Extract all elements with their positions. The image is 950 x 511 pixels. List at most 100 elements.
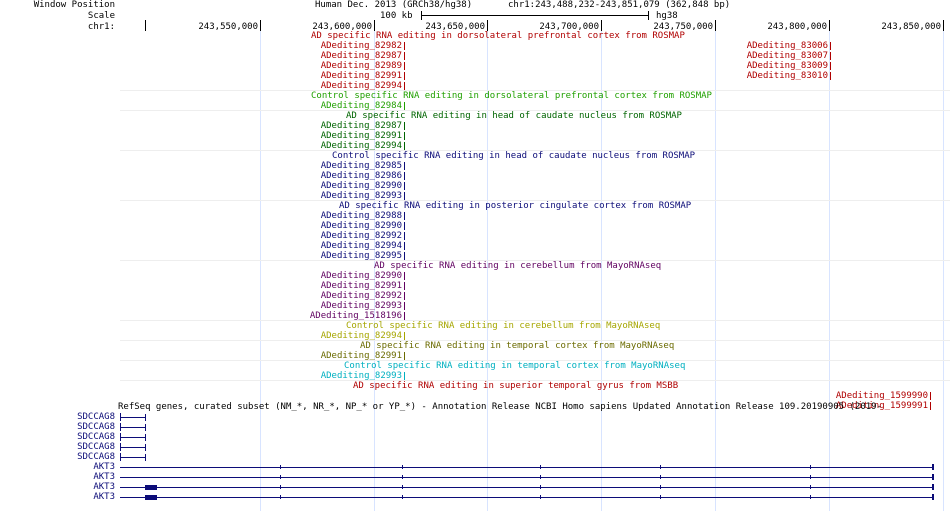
gene-exon-mark	[810, 495, 811, 499]
gene-exon-mark	[660, 475, 661, 479]
gene-intron-line	[121, 447, 146, 448]
feature-label: ADediting_82985	[320, 161, 402, 171]
feature-label: ADediting_82987	[320, 121, 402, 131]
track-title: Control specific RNA editing in cerebell…	[346, 321, 661, 331]
ruler-tick	[145, 20, 146, 31]
feature-mark	[404, 172, 405, 180]
feature-mark	[404, 352, 405, 360]
gene-exon-mark	[540, 475, 541, 479]
feature-mark	[404, 182, 405, 190]
grid-line	[829, 31, 830, 511]
gene-intron-line	[120, 467, 934, 468]
feature-label: ADediting_83006	[746, 41, 828, 51]
feature-label: ADediting_82991	[320, 71, 402, 81]
gene-exon-mark	[810, 475, 811, 479]
feature-mark	[404, 142, 405, 150]
gene-exon-block	[145, 485, 157, 490]
gene-end-mark	[932, 474, 934, 480]
gene-end-mark	[932, 464, 934, 470]
assembly-title: Human Dec. 2013 (GRCh38/hg38)	[315, 0, 473, 10]
gene-intron-line	[121, 427, 146, 428]
ruler-tick	[487, 20, 488, 31]
feature-mark	[404, 232, 405, 240]
track-title: Control specific RNA editing in temporal…	[344, 361, 686, 371]
gene-label: SDCCAG8	[77, 422, 115, 432]
gene-label: SDCCAG8	[77, 412, 115, 422]
ruler-tick	[943, 20, 944, 31]
gene-exon-mark	[660, 485, 661, 489]
gene-label: SDCCAG8	[77, 442, 115, 452]
feature-mark	[404, 42, 405, 50]
gene-intron-line	[120, 487, 934, 488]
feature-label: ADediting_82992	[320, 231, 402, 241]
feature-label: ADediting_83010	[746, 71, 828, 81]
feature-mark	[404, 332, 405, 340]
feature-mark	[404, 102, 405, 110]
grid-line	[260, 31, 261, 511]
feature-mark	[830, 52, 831, 60]
gene-exon-mark	[810, 485, 811, 489]
ruler-tick	[601, 20, 602, 31]
feature-label: ADediting_82991	[320, 131, 402, 141]
gene-label: SDCCAG8	[77, 432, 115, 442]
track-title: AD specific RNA editing in dorsolateral …	[311, 31, 685, 41]
feature-label: ADediting_82994	[320, 241, 402, 251]
gene-exon-mark	[810, 465, 811, 469]
feature-label: ADediting_1599990	[835, 391, 928, 401]
track-title: Control specific RNA editing in head of …	[332, 151, 696, 161]
feature-mark	[404, 212, 405, 220]
ruler-tick-label: 243,800,000	[767, 22, 827, 32]
track-title: AD specific RNA editing in posterior cin…	[339, 201, 692, 211]
feature-mark	[404, 372, 405, 380]
feature-mark	[404, 132, 405, 140]
track-title: AD specific RNA editing in temporal cort…	[360, 341, 675, 351]
track-title: Control specific RNA editing in dorsolat…	[311, 91, 712, 101]
feature-label: ADediting_82993	[320, 301, 402, 311]
gene-exon-mark	[145, 424, 146, 431]
gene-label: AKT3	[93, 472, 115, 482]
grid-line	[601, 31, 602, 511]
feature-mark	[404, 252, 405, 260]
feature-label: ADediting_82989	[320, 61, 402, 71]
gene-exon-mark	[540, 495, 541, 499]
feature-mark	[404, 52, 405, 60]
feature-mark	[830, 42, 831, 50]
gene-end-mark	[932, 494, 934, 500]
feature-label: ADediting_83007	[746, 51, 828, 61]
feature-label: ADediting_82986	[320, 171, 402, 181]
ruler-tick-label: 243,850,000	[881, 22, 941, 32]
gene-exon-mark	[280, 475, 281, 479]
scale-assembly-label: hg38	[656, 11, 678, 21]
gene-exon-block	[145, 495, 157, 500]
gene-exon-mark	[402, 475, 403, 479]
gene-exon-mark	[402, 495, 403, 499]
gene-intron-line	[121, 417, 146, 418]
feature-label: ADediting_83009	[746, 61, 828, 71]
feature-mark	[930, 392, 931, 400]
feature-mark	[930, 402, 931, 410]
gene-exon-mark	[660, 495, 661, 499]
scale-label: Scale	[87, 11, 115, 21]
gene-intron-line	[120, 497, 934, 498]
scale-bar-left-cap	[421, 11, 422, 20]
track-title: AD specific RNA editing in superior temp…	[353, 381, 679, 391]
ruler-tick-label: 243,550,000	[198, 22, 258, 32]
gene-intron-line	[121, 457, 146, 458]
feature-mark	[404, 162, 405, 170]
genome-browser-image[interactable]: Window Position Scale chr1: Human Dec. 2…	[0, 0, 950, 511]
feature-label: ADediting_82987	[320, 51, 402, 61]
gene-exon-mark	[540, 485, 541, 489]
gene-intron-line	[121, 437, 146, 438]
feature-mark	[404, 122, 405, 130]
gene-exon-mark	[402, 465, 403, 469]
gene-exon-mark	[660, 465, 661, 469]
ruler-tick	[374, 20, 375, 31]
gene-exon-mark	[280, 485, 281, 489]
gene-exon-mark	[540, 465, 541, 469]
feature-label: ADediting_82991	[320, 281, 402, 291]
feature-label: ADediting_82982	[320, 41, 402, 51]
feature-mark	[404, 72, 405, 80]
feature-label: ADediting_82988	[320, 211, 402, 221]
track-title: AD specific RNA editing in head of cauda…	[346, 111, 682, 121]
gene-exon-mark	[145, 444, 146, 451]
